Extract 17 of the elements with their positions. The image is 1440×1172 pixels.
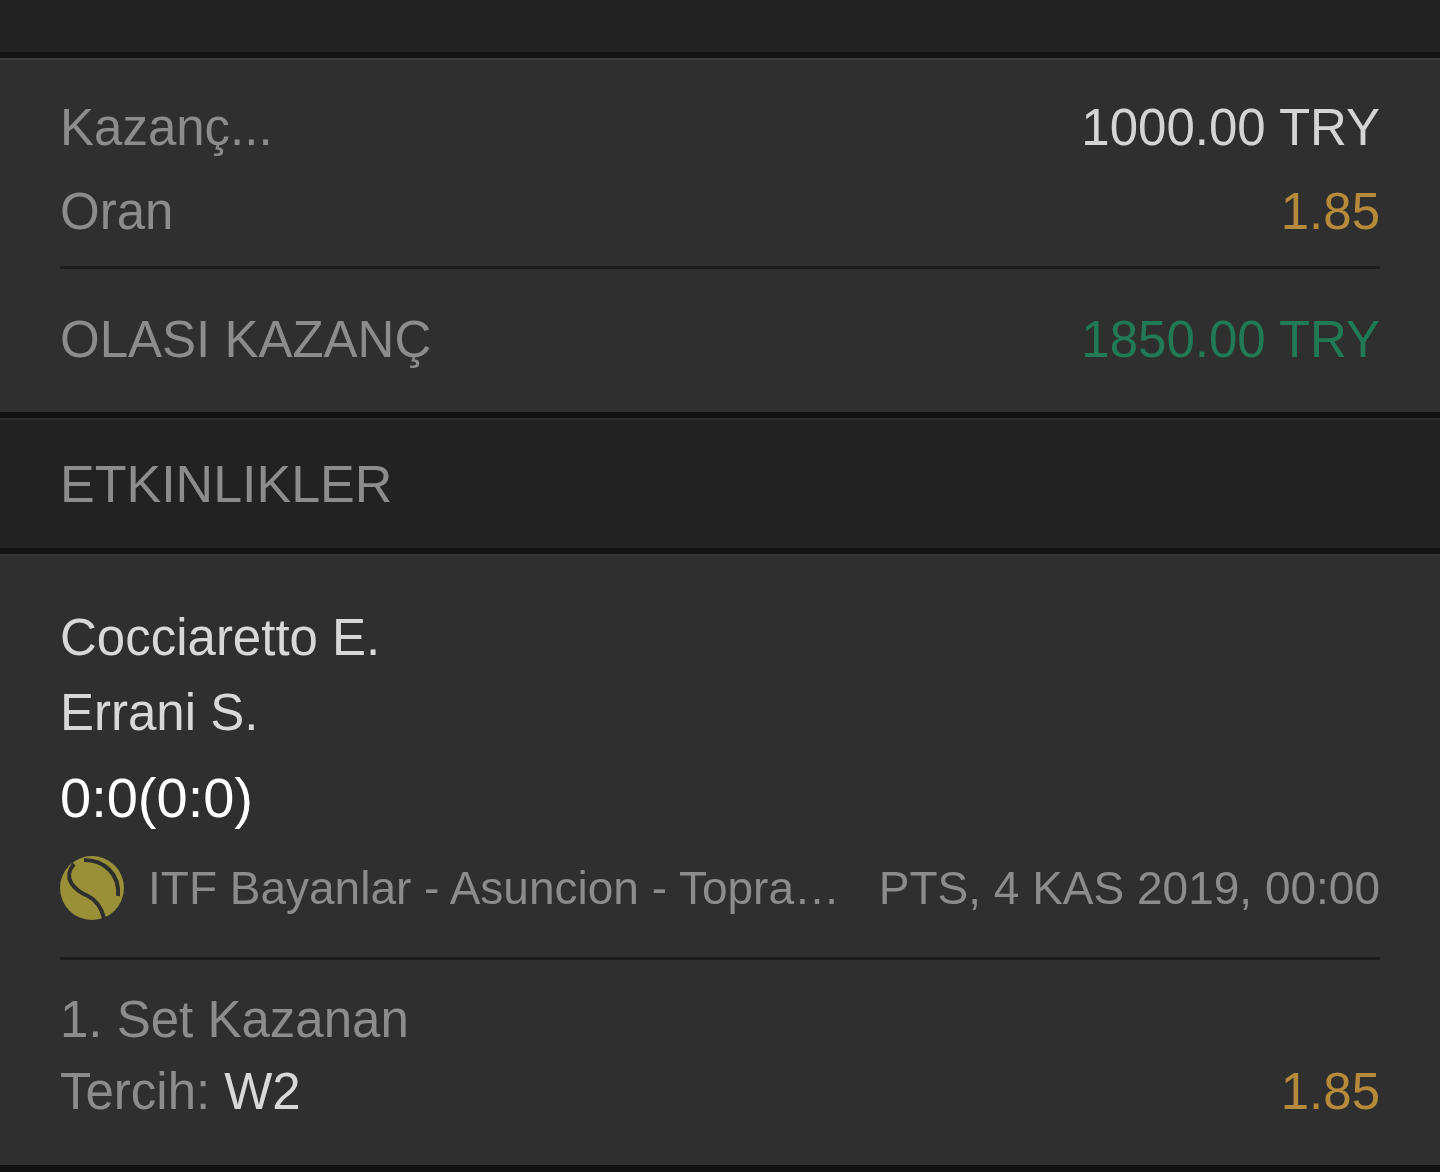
team-name: Errani S. [60,682,259,743]
section-title: ETKINLIKLER [60,454,393,515]
summary-label: Oran [60,182,174,242]
pick-value: W2 [224,1062,301,1122]
summary-value: 1000.00 TRY [1081,98,1380,158]
pick-label: Tercih: [60,1062,211,1122]
pick-odds: 1.85 [1280,1062,1380,1122]
total-value: 1850.00 TRY [1081,310,1380,370]
summary-value: 1.85 [1280,182,1380,242]
league-name: ITF Bayanlar - Asuncion - Topra… [148,861,841,915]
total-label: OLASI KAZANÇ [60,310,432,370]
match-score: 0:0(0:0) [60,764,253,831]
market-name: 1. Set Kazanan [60,990,409,1050]
event-date: PTS, 4 KAS 2019, 00:00 [878,861,1380,915]
tennis-ball-icon [60,856,124,920]
team-name: Cocciaretto E. [60,607,381,668]
summary-label: Kazanç... [60,98,273,158]
